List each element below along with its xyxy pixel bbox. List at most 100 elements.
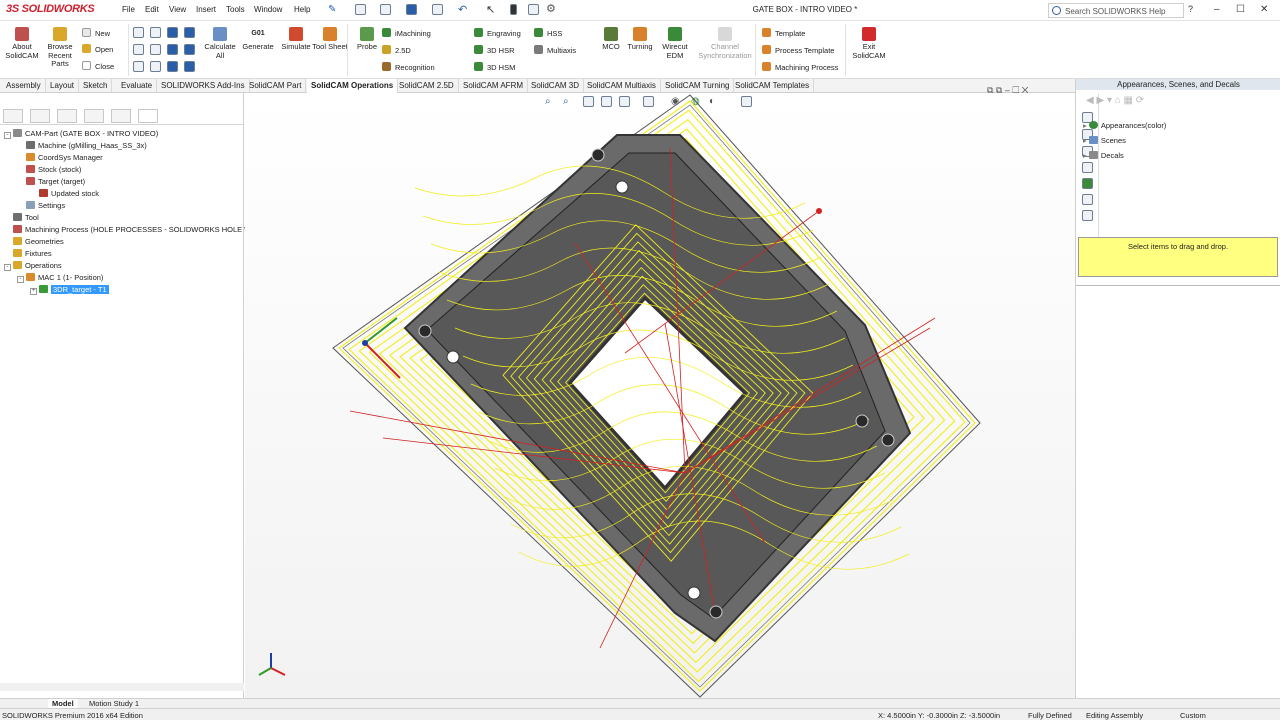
tree-item[interactable]: Target (target) bbox=[4, 176, 242, 188]
view-tool-icon[interactable] bbox=[133, 27, 144, 38]
appearances-tab-icon[interactable] bbox=[1082, 178, 1093, 189]
tree-item[interactable]: Updated stock bbox=[4, 188, 242, 200]
tab-solidcam-multiaxis[interactable]: SolidCAM Multiaxis bbox=[583, 79, 661, 93]
tree-item[interactable]: Tool bbox=[4, 212, 242, 224]
view-tool-icon[interactable] bbox=[167, 44, 178, 55]
machining-process-button[interactable]: Machining Process bbox=[762, 62, 838, 75]
back-forward-icons[interactable]: ◀ ▶ ▾ ⌂ ▦ ⟳ bbox=[1086, 95, 1144, 106]
minimize-button[interactable]: – bbox=[1214, 4, 1220, 15]
recognition-button[interactable]: Recognition bbox=[382, 62, 435, 75]
help-question-icon[interactable]: ? bbox=[1188, 4, 1193, 14]
generate-button[interactable]: G01 Generate bbox=[239, 27, 277, 52]
feature-manager-tab[interactable] bbox=[3, 109, 23, 123]
close-window-button[interactable]: ✕ bbox=[1260, 4, 1268, 15]
graphics-viewport[interactable]: ⌕ ⌕ ◉ ◍ ◐ ⧉ ⧉ – ☐ ✕ bbox=[245, 85, 1075, 698]
browse-recent-parts-button[interactable]: Browse Recent Parts bbox=[41, 27, 79, 69]
view-tool-icon[interactable] bbox=[150, 27, 161, 38]
about-solidcam-button[interactable]: About SolidCAM bbox=[3, 27, 41, 60]
tree-item[interactable]: +3DR_target - T1 bbox=[4, 284, 242, 296]
viewport-window-controls[interactable]: ⧉ ⧉ – ☐ ✕ bbox=[987, 85, 1029, 96]
configuration-manager-tab[interactable] bbox=[57, 109, 77, 123]
2-5d-button[interactable]: 2.5D bbox=[382, 45, 411, 58]
tree-item[interactable]: - CAM-Part (GATE BOX - INTRO VIDEO) bbox=[4, 128, 242, 140]
close-button[interactable]: Close bbox=[82, 61, 114, 74]
tab-solidcam-templates[interactable]: SolidCAM Templates bbox=[731, 79, 815, 93]
view-tool-icon[interactable] bbox=[150, 61, 161, 72]
forum-tab-icon[interactable] bbox=[1082, 210, 1093, 221]
unit-system-selector[interactable]: Custom bbox=[1180, 711, 1206, 720]
multiaxis-button[interactable]: Multiaxis bbox=[534, 45, 576, 58]
view-palette-tab-icon[interactable] bbox=[1082, 162, 1093, 173]
select-pointer-icon[interactable]: ↖ bbox=[486, 3, 495, 16]
menu-edit[interactable]: Edit bbox=[145, 5, 159, 14]
tab-layout[interactable]: Layout bbox=[46, 79, 80, 93]
save-icon[interactable] bbox=[406, 4, 417, 15]
tree-item[interactable]: - MAC 1 (1- Position) bbox=[4, 272, 242, 284]
display-manager-tab[interactable] bbox=[111, 109, 131, 123]
options-gear-icon[interactable]: ⚙ bbox=[546, 2, 556, 15]
process-template-button[interactable]: Process Template bbox=[762, 45, 834, 58]
calculate-all-button[interactable]: Calculate All bbox=[201, 27, 239, 60]
tab-solidworks-add-ins[interactable]: SOLIDWORKS Add-Ins bbox=[157, 79, 250, 93]
tree-item[interactable]: Stock (stock) bbox=[4, 164, 242, 176]
dimxpert-tab[interactable] bbox=[84, 109, 104, 123]
expand-toggle-icon[interactable]: - bbox=[4, 132, 11, 139]
expand-toggle-icon[interactable]: - bbox=[4, 264, 11, 271]
solidworks-logo[interactable]: 3S SOLIDWORKS bbox=[6, 3, 95, 15]
probe-button[interactable]: Probe bbox=[348, 27, 386, 52]
tab-solidcam-2-5d[interactable]: SolidCAM 2.5D bbox=[395, 79, 459, 93]
new-button[interactable]: New bbox=[82, 28, 110, 41]
pane-splitter[interactable] bbox=[1076, 285, 1280, 286]
open-button[interactable]: Open bbox=[82, 44, 113, 57]
tab-evaluate[interactable]: Evaluate bbox=[117, 79, 158, 93]
expand-toggle-icon[interactable]: + bbox=[30, 288, 37, 295]
tab-solidcam-3d[interactable]: SolidCAM 3D bbox=[527, 79, 585, 93]
tree-item[interactable]: Geometries bbox=[4, 236, 242, 248]
tree-item-decals[interactable]: ▸ Decals bbox=[1083, 150, 1166, 162]
imachining-button[interactable]: iMachining bbox=[382, 28, 431, 41]
simulate-button[interactable]: Simulate bbox=[277, 27, 315, 52]
view-tool-icon[interactable] bbox=[167, 27, 178, 38]
hss-button[interactable]: HSS bbox=[534, 28, 562, 41]
view-tool-icon[interactable] bbox=[167, 61, 178, 72]
view-tool-icon[interactable] bbox=[133, 44, 144, 55]
expand-toggle-icon[interactable]: - bbox=[17, 276, 24, 283]
3d-hsr-button[interactable]: 3D HSR bbox=[474, 45, 515, 58]
solidcam-manager-tab[interactable] bbox=[138, 109, 158, 123]
tree-item[interactable]: Settings bbox=[4, 200, 242, 212]
menu-window[interactable]: Window bbox=[254, 5, 282, 14]
custom-properties-tab-icon[interactable] bbox=[1082, 194, 1093, 205]
tab-assembly[interactable]: Assembly bbox=[2, 79, 46, 93]
view-tool-icon[interactable] bbox=[184, 27, 195, 38]
3d-hsm-button[interactable]: 3D HSM bbox=[474, 62, 515, 75]
maximize-button[interactable]: ☐ bbox=[1236, 4, 1245, 15]
tree-item[interactable]: Machine (gMilling_Haas_SS_3x) bbox=[4, 140, 242, 152]
horizontal-scrollbar[interactable] bbox=[0, 683, 244, 691]
tree-item[interactable]: CoordSys Manager bbox=[4, 152, 242, 164]
tree-item-scenes[interactable]: ▸ Scenes bbox=[1083, 135, 1166, 147]
rebuild-icon[interactable] bbox=[510, 4, 517, 15]
tree-item-appearances[interactable]: ▸ Appearances(color) bbox=[1083, 120, 1166, 132]
help-search-input[interactable]: Search SOLIDWORKS Help bbox=[1048, 3, 1184, 18]
file-properties-icon[interactable] bbox=[528, 4, 539, 15]
menu-help[interactable]: Help bbox=[294, 5, 310, 14]
view-tool-icon[interactable] bbox=[133, 61, 144, 72]
undo-icon[interactable]: ↶ bbox=[458, 3, 467, 16]
tool-sheet-button[interactable]: Tool Sheet bbox=[311, 27, 349, 52]
tree-item[interactable]: - Operations bbox=[4, 260, 242, 272]
menu-file[interactable]: File bbox=[122, 5, 135, 14]
menu-tools[interactable]: Tools bbox=[226, 5, 245, 14]
tree-item[interactable]: Fixtures bbox=[4, 248, 242, 260]
tab-sketch[interactable]: Sketch bbox=[79, 79, 113, 93]
tab-solidcam-afrm[interactable]: SolidCAM AFRM bbox=[459, 79, 529, 93]
pin-icon[interactable]: ✎ bbox=[328, 4, 336, 15]
open-document-icon[interactable] bbox=[380, 4, 391, 15]
wirecut-edm-button[interactable]: Wirecut EDM bbox=[656, 27, 694, 60]
view-tool-icon[interactable] bbox=[184, 44, 195, 55]
print-icon[interactable] bbox=[432, 4, 443, 15]
template-button[interactable]: Template bbox=[762, 28, 805, 41]
exit-solidcam-button[interactable]: Exit SolidCAM bbox=[850, 27, 888, 60]
view-tool-icon[interactable] bbox=[150, 44, 161, 55]
menu-insert[interactable]: Insert bbox=[196, 5, 216, 14]
menu-view[interactable]: View bbox=[169, 5, 186, 14]
